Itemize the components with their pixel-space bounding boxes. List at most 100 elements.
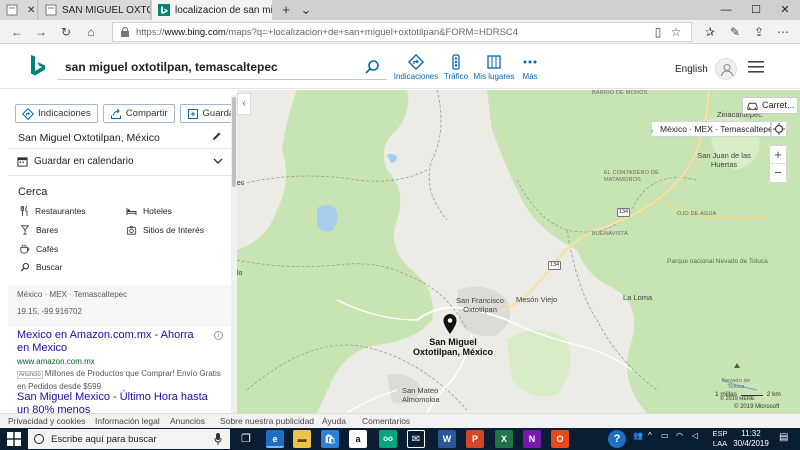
map-pin-icon[interactable] [443,314,457,334]
tray-overflow-icon[interactable]: ^ [648,431,652,440]
ad-url-1[interactable]: www.amazon.com.mx [17,357,95,366]
amazon-icon[interactable]: a [349,430,367,448]
nearby-cafes[interactable]: Cafés [20,244,58,254]
powerpoint-icon[interactable]: P [466,430,484,448]
store-icon[interactable]: 🛍 [321,430,339,448]
mail-icon[interactable]: ✉ [407,430,425,448]
new-tab-icon[interactable]: + [278,2,294,18]
chevron-right-icon: › [651,128,654,135]
close-icon[interactable]: ✕ [23,5,35,16]
more-icon[interactable]: ⋯ [775,24,791,40]
zoom-out-icon[interactable]: − [770,164,786,182]
chevron-down-icon[interactable]: ⌄ [298,2,314,18]
tripadvisor-icon[interactable]: oo [379,430,397,448]
ad-link-1[interactable]: Mexico en Amazon.com.mx - Ahorra en Mexi… [17,329,207,355]
road-shield: 134 [548,261,561,270]
input-language[interactable]: ESP LAA [711,429,729,449]
edge-icon[interactable]: e [266,430,284,448]
footer-link-privacy[interactable]: Privacidad y cookies [8,416,85,426]
back-icon[interactable]: ← [8,24,26,40]
road-style-button[interactable]: Carret... [742,97,798,114]
car-icon [747,102,758,111]
scrollbar-thumb[interactable] [232,97,236,187]
lang-line-2: LAA [712,439,728,448]
directions-button[interactable]: Indicaciones [15,104,98,123]
ad-link-2[interactable]: San Miguel Mexico - Último Hora hasta un… [17,391,217,413]
cocktail-icon [20,225,30,235]
nearby-label: Restaurantes [35,206,86,216]
language-link[interactable]: English [675,64,708,75]
pencil-icon[interactable] [212,131,222,141]
nearby-label: Sitios de Interés [143,225,204,235]
save-button[interactable]: Guardar [179,104,231,123]
maximize-icon[interactable]: ☐ [742,0,770,20]
address-bar[interactable]: https://www.bing.com/maps?q=+localizacio… [112,22,692,42]
people-icon[interactable]: 👥 [633,431,643,440]
nearby-restaurants[interactable]: Restaurantes [20,206,86,216]
windows-start-icon[interactable] [7,432,21,446]
zoom-in-icon[interactable]: + [770,146,786,164]
browser-tab-3-active[interactable]: localizacion de san mig ✕ [152,0,272,20]
chevron-down-icon[interactable] [213,157,223,165]
taskbar-search-input[interactable]: Escribe aquí para buscar [28,429,230,449]
bed-icon [126,207,137,215]
reading-view-icon[interactable]: ▯ [650,24,666,40]
map-label: Parque nacional Nevado de Toluca [667,258,768,265]
word-icon[interactable]: W [438,430,456,448]
collapse-panel-button[interactable]: ‹ [237,93,251,115]
nearby-bars[interactable]: Bares [20,225,58,235]
browser-tab-1[interactable]: ✕ [0,0,38,20]
file-explorer-icon[interactable]: ▬ [293,430,311,448]
nearby-hotels[interactable]: Hoteles [126,206,172,216]
onenote-icon[interactable]: N [523,430,541,448]
notifications-icon[interactable]: ▤ [779,432,788,443]
bing-favicon [158,4,170,16]
clock-date: 30/4/2019 [733,439,769,448]
taskbar-clock[interactable]: 11:32 30/4/2019 [731,429,771,449]
nearby-search[interactable]: Buscar [20,262,62,272]
search-input[interactable]: san miguel oxtotilpan, temascaltepec [57,54,387,80]
save-to-calendar[interactable]: Guardar en calendario [17,156,134,167]
favorites-hub-icon[interactable]: ✰ [702,24,718,40]
footer-link-ads[interactable]: Anuncios [170,416,205,426]
refresh-icon[interactable]: ↻ [57,24,75,40]
footer-link-about-ads[interactable]: Sobre nuestra publicidad [220,416,314,426]
task-view-icon[interactable]: ❐ [237,430,255,448]
browser-tab-2[interactable]: SAN MIGUEL OXTOTILPAN ( [39,0,151,20]
map-canvas[interactable]: BARRIO DE MONOS Zinacantepec San Juan de… [237,90,800,413]
place-title: San Miguel Oxtotilpan, México [18,132,160,144]
volume-icon[interactable]: ◁ [692,431,698,440]
location-breadcrumb-bar[interactable]: › México · MEX · Temascaltepec [651,121,777,137]
header-more-button[interactable]: Más [505,54,555,81]
scale-miles: 1 millas [715,391,738,398]
browser-toolbar: ← → ↻ ⌂ https://www.bing.com/maps?q=+loc… [0,20,800,44]
footer-link-feedback[interactable]: Comentarios [362,416,410,426]
share-icon[interactable]: ⇪ [751,24,767,40]
calendar-label: Guardar en calendario [34,156,134,167]
forward-icon[interactable]: → [32,24,50,40]
bing-logo-icon[interactable] [29,55,47,79]
help-icon[interactable]: ? [608,430,626,448]
minimize-icon[interactable]: — [712,0,740,20]
locate-me-icon[interactable] [771,121,787,137]
info-icon[interactable]: i [214,331,223,340]
share-button[interactable]: Compartir [102,104,175,123]
hamburger-menu-icon[interactable] [748,61,764,73]
home-icon[interactable]: ⌂ [82,24,100,40]
excel-icon[interactable]: X [495,430,513,448]
header-action-label: Más [522,72,538,81]
footer-link-help[interactable]: Ayuda [322,416,346,426]
avatar[interactable] [715,58,737,80]
copyright: © 2019 Microsoft [734,404,780,410]
notes-icon[interactable]: ✎ [727,24,743,40]
window-close-icon[interactable]: ✕ [771,0,799,20]
network-icon[interactable]: ▭ [661,431,669,440]
nearby-points-of-interest[interactable]: Sitios de Interés [126,225,204,235]
favorite-star-icon[interactable]: ☆ [668,24,684,40]
ad-description-1: Anuncio Millones de Productos que Comprar… [17,368,227,392]
wifi-icon[interactable]: ◠ [676,431,683,440]
search-icon[interactable] [364,59,380,75]
microphone-icon[interactable] [214,433,222,445]
office-icon[interactable]: O [551,430,569,448]
footer-link-legal[interactable]: Información legal [95,416,160,426]
